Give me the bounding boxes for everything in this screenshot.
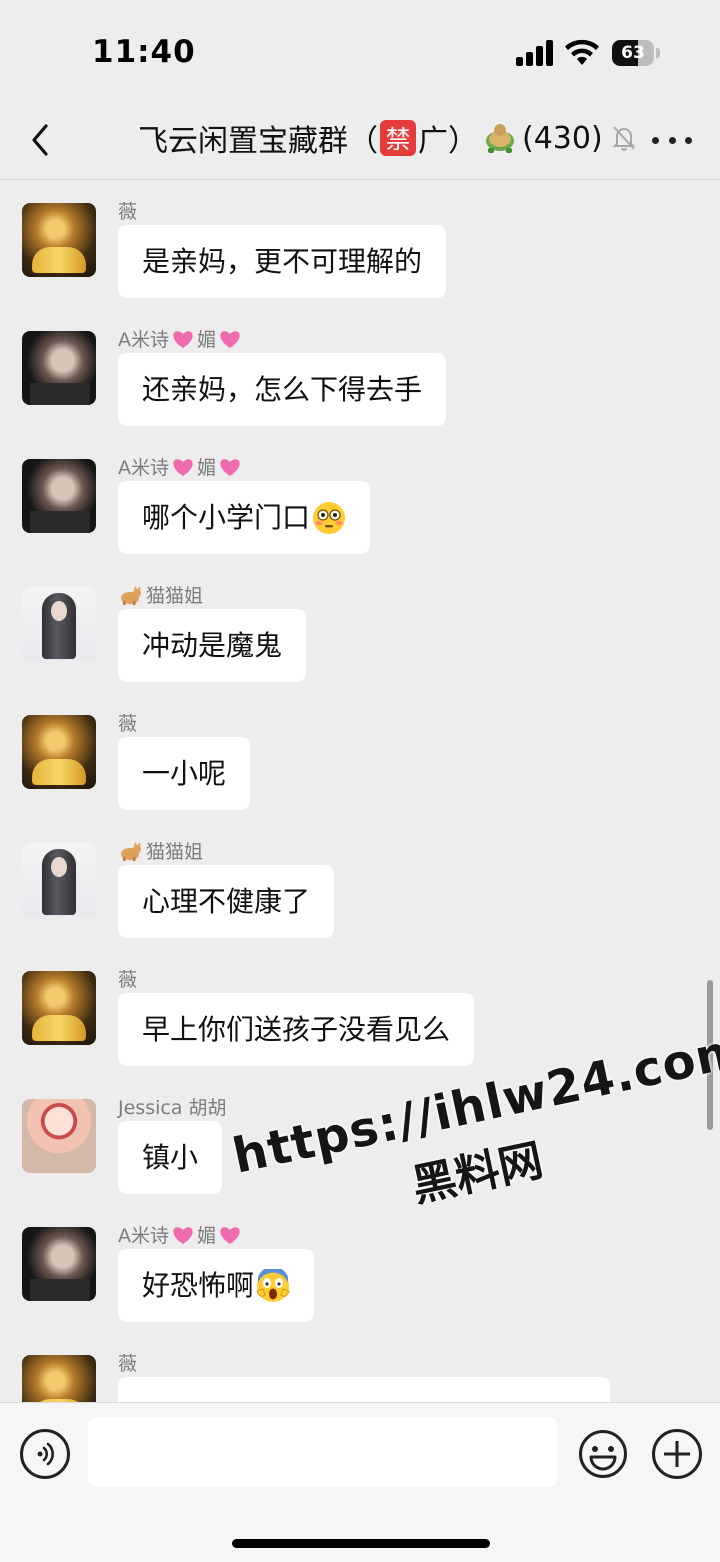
battery-level: 63: [621, 43, 645, 63]
sender-name: A米诗 媚: [118, 1221, 244, 1248]
mute-icon: [612, 126, 636, 151]
back-icon[interactable]: [26, 120, 54, 160]
group-title-prefix: 飞云闲置宝藏群（: [138, 124, 378, 159]
sender-name: 猫猫姐: [118, 581, 203, 608]
pink-heart-icon: [173, 458, 193, 476]
message-text: 冲动是魔鬼: [142, 629, 283, 662]
input-bar: [0, 1402, 720, 1562]
cat-icon: [121, 841, 141, 861]
turtle-icon: [486, 124, 514, 153]
sender-name: 猫猫姐: [118, 837, 203, 864]
avatar[interactable]: [22, 459, 96, 533]
sender-name: A米诗 媚: [118, 453, 244, 480]
avatar[interactable]: [22, 203, 96, 277]
sender-name: 薇: [118, 1353, 138, 1375]
flushed-face-emoji-icon: [313, 501, 346, 534]
message-text: 是亲妈，更不可理解的: [142, 245, 423, 278]
sender-name-part: A米诗: [118, 457, 169, 479]
message-bubble[interactable]: 是亲妈，更不可理解的: [118, 225, 447, 298]
emoji-icon[interactable]: [578, 1429, 628, 1479]
avatar[interactable]: [22, 331, 96, 405]
more-options-icon[interactable]: [652, 128, 692, 152]
group-title[interactable]: 飞云闲置宝藏群（ 禁 广） (430): [138, 116, 637, 160]
pink-heart-icon: [220, 458, 240, 476]
message-text: 好恐怖啊: [142, 1269, 255, 1302]
sender-name: A米诗 媚: [118, 325, 244, 352]
voice-icon[interactable]: [20, 1429, 70, 1479]
screaming-face-emoji-icon: [256, 1268, 290, 1302]
sender-name-part: 媚: [197, 1225, 217, 1247]
message-text: 心理不健康了: [142, 885, 311, 918]
status-time: 11:40: [92, 34, 196, 70]
cat-icon: [121, 585, 141, 605]
sender-name-part: 媚: [197, 329, 217, 351]
message-text: 镇小: [142, 1141, 199, 1174]
message-text: 哪个小学门口: [142, 501, 311, 534]
ban-badge: 禁: [380, 120, 416, 156]
message-bubble[interactable]: 还亲妈，怎么下得去手: [118, 353, 447, 426]
message-text: 还亲妈，怎么下得去手: [142, 373, 423, 406]
sender-name-text: 猫猫姐: [146, 841, 204, 863]
message-bubble[interactable]: 镇小: [118, 1121, 223, 1194]
pink-heart-icon: [220, 1226, 240, 1244]
message-text: 一小呢: [142, 757, 227, 790]
message-bubble[interactable]: [118, 1377, 610, 1402]
member-count: (430): [522, 120, 603, 156]
avatar[interactable]: [22, 715, 96, 789]
sender-name: 薇: [118, 969, 138, 991]
sender-name: 薇: [118, 201, 138, 223]
sender-name-part: A米诗: [118, 329, 169, 351]
battery-indicator: 63: [612, 40, 660, 66]
sender-name: Jessica 胡胡: [118, 1097, 227, 1119]
wifi-icon: [565, 39, 599, 65]
message-bubble[interactable]: 哪个小学门口: [118, 481, 371, 554]
message-input[interactable]: [88, 1417, 558, 1487]
avatar[interactable]: [22, 1355, 96, 1402]
avatar[interactable]: [22, 587, 96, 661]
sender-name-text: 猫猫姐: [146, 585, 204, 607]
avatar[interactable]: [22, 843, 96, 917]
message-bubble[interactable]: 一小呢: [118, 737, 251, 810]
home-indicator[interactable]: [232, 1539, 490, 1548]
sender-name-part: 媚: [197, 457, 217, 479]
sender-name: 薇: [118, 713, 138, 735]
message-bubble[interactable]: 冲动是魔鬼: [118, 609, 307, 682]
group-title-middle: 广）: [418, 124, 478, 159]
message-bubble[interactable]: 好恐怖啊: [118, 1249, 315, 1322]
avatar[interactable]: [22, 971, 96, 1045]
sender-name-part: A米诗: [118, 1225, 169, 1247]
avatar[interactable]: [22, 1227, 96, 1301]
message-bubble[interactable]: 早上你们送孩子没看见么: [118, 993, 475, 1066]
avatar[interactable]: [22, 1099, 96, 1173]
status-bar: 11:40 63: [0, 0, 720, 100]
pink-heart-icon: [173, 1226, 193, 1244]
chat-header: 飞云闲置宝藏群（ 禁 广） (430): [0, 100, 720, 180]
pink-heart-icon: [173, 330, 193, 348]
pink-heart-icon: [220, 330, 240, 348]
plus-icon[interactable]: [652, 1429, 702, 1479]
message-text: 早上你们送孩子没看见么: [142, 1013, 451, 1046]
cellular-signal-icon: [516, 40, 553, 66]
message-bubble[interactable]: 心理不健康了: [118, 865, 335, 938]
